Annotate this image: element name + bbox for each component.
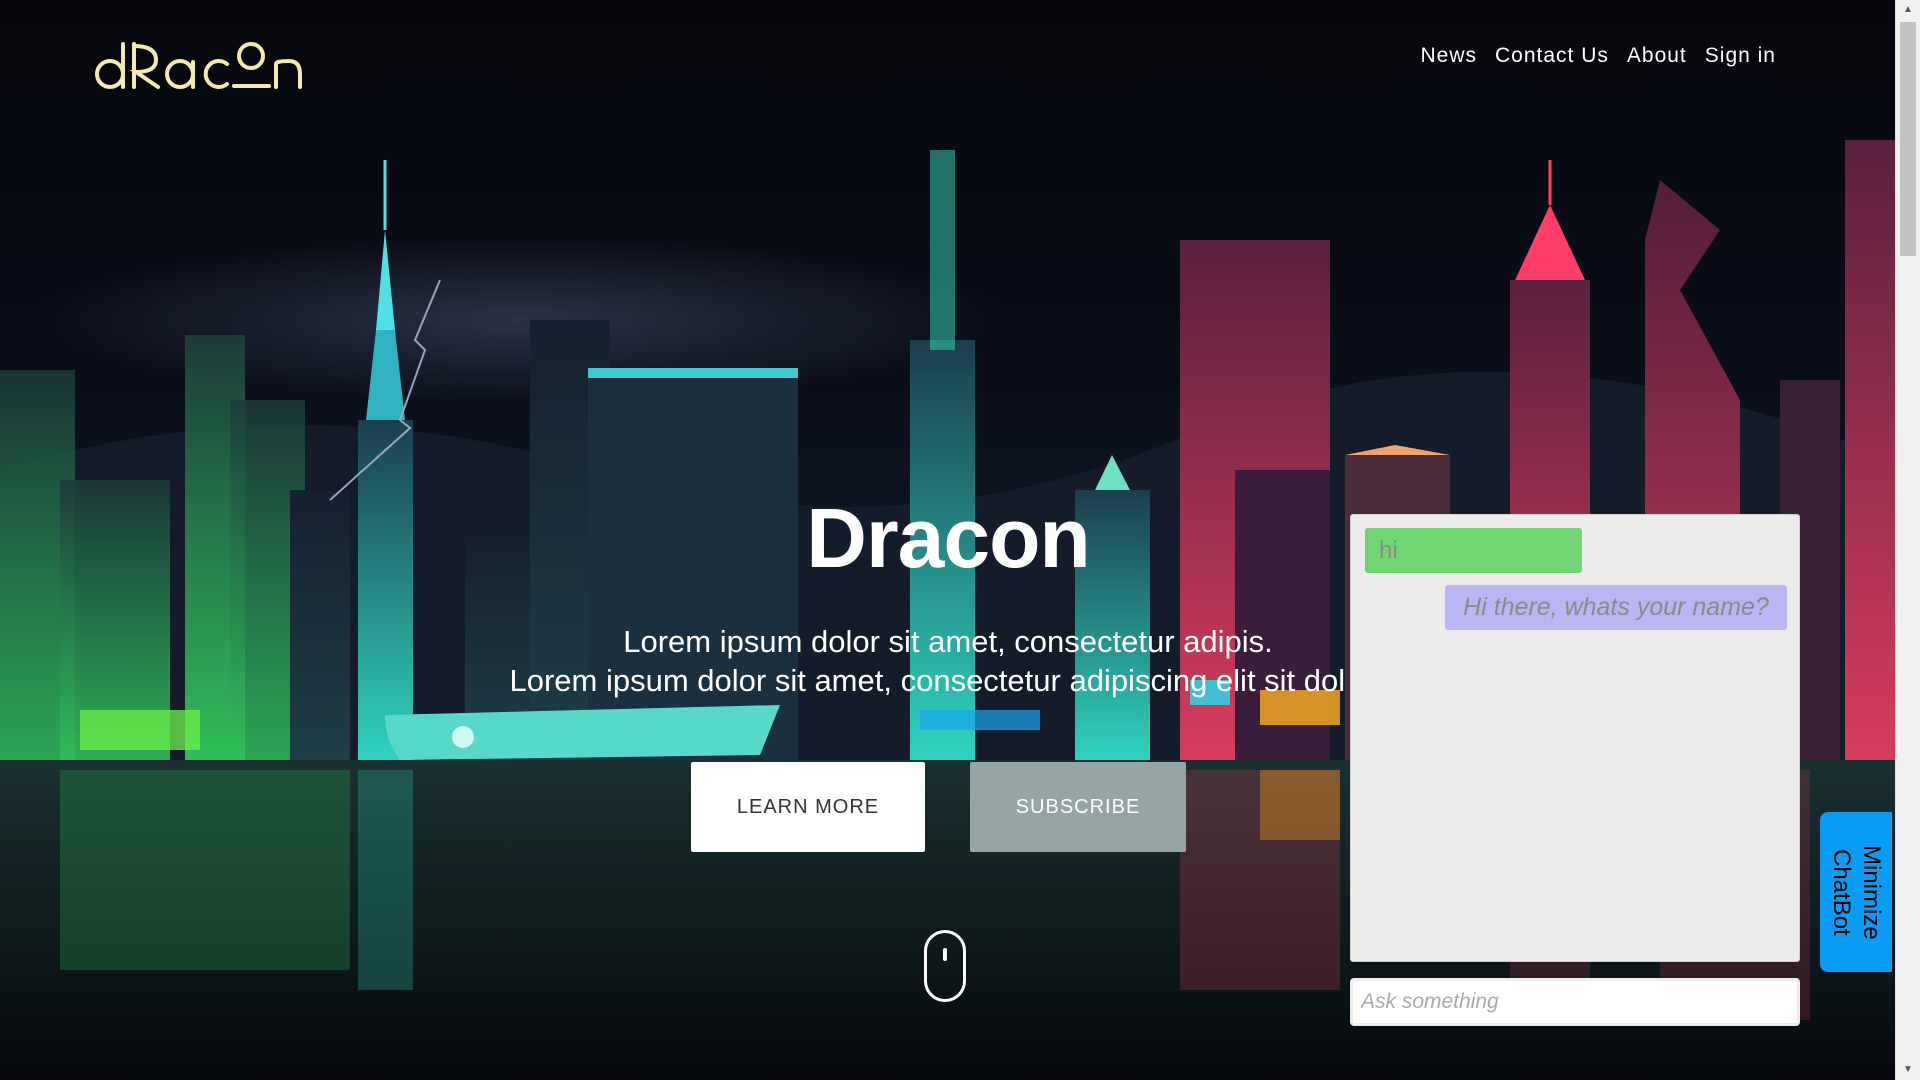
minimize-chatbot-label: Minimize ChatBot: [1828, 844, 1885, 940]
page-scrollbar[interactable]: ▲ ▼: [1895, 0, 1920, 1080]
chat-message-bot: Hi there, whats your name?: [1445, 585, 1787, 630]
chat-message-user: hi: [1365, 528, 1582, 573]
main-nav: News Contact Us About Sign in: [1421, 44, 1777, 68]
nav-news[interactable]: News: [1421, 44, 1478, 68]
nav-sign-in[interactable]: Sign in: [1705, 44, 1776, 68]
dracon-logo[interactable]: [94, 34, 304, 94]
mouse-scroll-icon[interactable]: [924, 930, 966, 1002]
minimize-chatbot-button[interactable]: Minimize ChatBot: [1820, 812, 1892, 972]
learn-more-button[interactable]: LEARN MORE: [691, 762, 925, 852]
chat-input[interactable]: [1350, 978, 1800, 1026]
subscribe-button[interactable]: SUBSCRIBE: [970, 762, 1186, 852]
scroll-down-arrow-icon[interactable]: ▼: [1896, 1060, 1920, 1080]
nav-contact-us[interactable]: Contact Us: [1495, 44, 1609, 68]
page-viewport: News Contact Us About Sign in Dracon Lor…: [0, 0, 1896, 1080]
nav-about[interactable]: About: [1627, 44, 1687, 68]
chatbot-panel: hi Hi there, whats your name?: [1350, 514, 1800, 962]
logo-wordmark-icon: [95, 42, 302, 89]
scroll-up-arrow-icon[interactable]: ▲: [1896, 0, 1920, 20]
scrollbar-thumb[interactable]: [1900, 22, 1916, 256]
